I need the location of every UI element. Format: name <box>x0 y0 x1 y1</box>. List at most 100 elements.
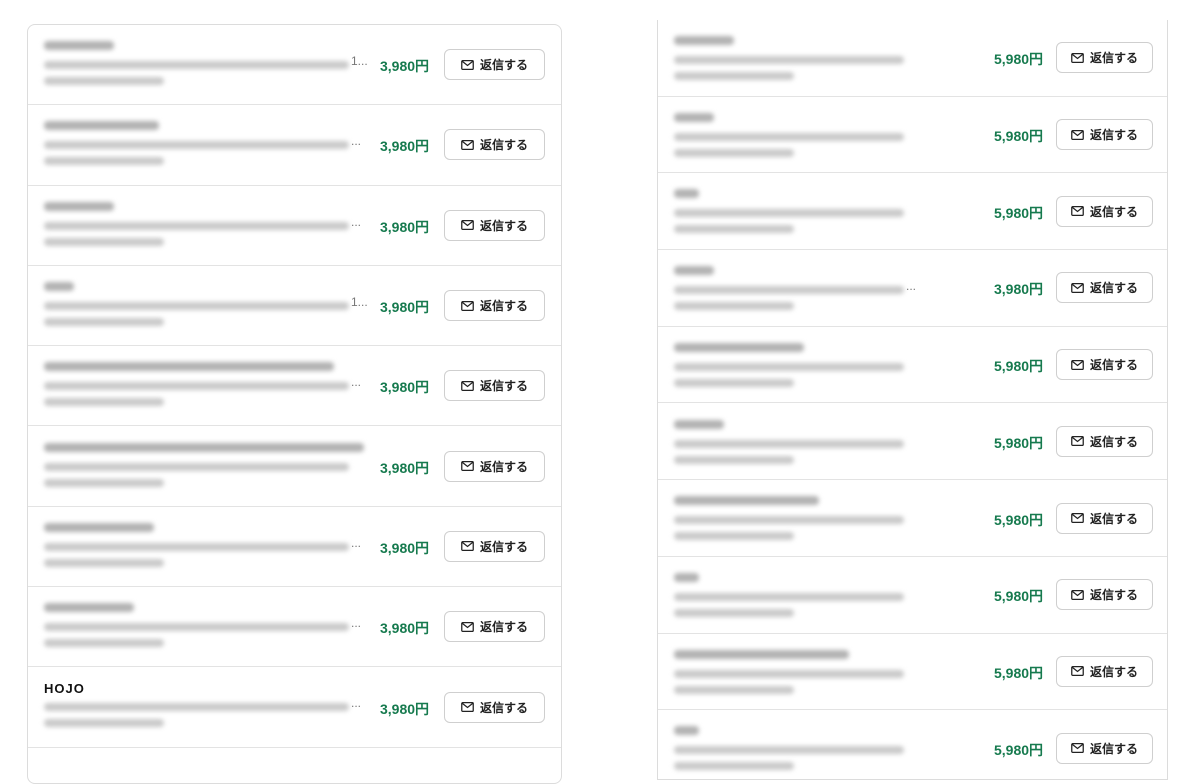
redacted-text <box>44 121 159 131</box>
mail-icon <box>461 461 474 472</box>
reply-button[interactable]: 返信する <box>444 209 545 241</box>
price-label: 5,980円 <box>994 511 1044 528</box>
reply-button-label: 返信する <box>1089 741 1138 756</box>
redacted-text <box>674 455 794 464</box>
reply-button-label: 返信する <box>479 218 528 233</box>
mail-icon <box>461 541 474 552</box>
reply-button-label: 返信する <box>1089 434 1138 449</box>
redacted-text <box>674 439 904 448</box>
reply-button[interactable]: 返信する <box>1056 272 1153 304</box>
reply-button[interactable]: 返信する <box>444 450 545 482</box>
preview-ellipsis: ... <box>351 375 362 390</box>
redacted-text <box>44 61 349 69</box>
list-item: ... 3,980円 返信する <box>658 250 1167 327</box>
mail-icon <box>1071 52 1084 63</box>
reply-button[interactable]: 返信する <box>1056 732 1153 764</box>
mail-icon <box>461 59 474 70</box>
redacted-text <box>674 419 724 429</box>
list-item: 3,980円 返信する <box>28 427 561 507</box>
price-label: 5,980円 <box>994 434 1044 451</box>
reply-button-label: 返信する <box>1089 588 1138 603</box>
reply-button-label: 返信する <box>1089 128 1138 143</box>
reply-button-label: 返信する <box>1089 358 1138 373</box>
reply-button[interactable]: 返信する <box>444 290 545 322</box>
redacted-text <box>674 266 714 276</box>
reply-button[interactable]: 返信する <box>1056 195 1153 227</box>
price-label: 5,980円 <box>994 664 1044 681</box>
reply-button-label: 返信する <box>479 58 528 73</box>
reply-button[interactable]: 返信する <box>1056 119 1153 151</box>
redacted-text <box>44 382 349 391</box>
price-label: 3,980円 <box>380 620 430 637</box>
price-label: 3,980円 <box>380 700 430 717</box>
list-item: 5,980円 返信する <box>658 634 1167 711</box>
reply-button[interactable]: 返信する <box>1056 425 1153 457</box>
left-message-list: 1... 3,980円 返信する... 3,980円 返信する... 3,980円 返信する… <box>27 24 562 784</box>
redacted-text <box>44 77 164 85</box>
mail-icon <box>1071 743 1084 754</box>
reply-button-label: 返信する <box>479 700 528 715</box>
list-item: 5,980円 返信する <box>658 173 1167 251</box>
redacted-text <box>44 703 349 712</box>
redacted-text <box>674 209 904 218</box>
reply-button[interactable]: 返信する <box>1056 502 1153 534</box>
redacted-text <box>44 478 164 487</box>
redacted-text <box>674 516 904 525</box>
redacted-text <box>674 572 699 582</box>
reply-button[interactable]: 返信する <box>444 530 545 562</box>
redacted-text <box>44 462 349 471</box>
mail-icon <box>461 702 474 713</box>
reply-button-label: 返信する <box>479 620 528 635</box>
price-label: 3,980円 <box>380 379 430 396</box>
reply-button[interactable]: 返信する <box>1056 42 1153 74</box>
redacted-text <box>44 141 349 150</box>
price-label: 5,980円 <box>994 358 1044 375</box>
price-label: 3,980円 <box>380 58 430 75</box>
reply-button[interactable]: 返信する <box>444 129 545 161</box>
mail-icon <box>1071 129 1084 140</box>
reply-button-label: 返信する <box>479 539 528 554</box>
price-label: 3,980円 <box>994 281 1044 298</box>
preview-ellipsis: ... <box>351 535 362 550</box>
redacted-text <box>674 342 804 352</box>
redacted-text <box>674 112 714 122</box>
list-item: 5,980円 返信する <box>658 97 1167 174</box>
reply-button-label: 返信する <box>479 299 528 314</box>
preview-ellipsis: 1... <box>351 54 368 68</box>
redacted-text <box>674 669 904 678</box>
reply-button[interactable]: 返信する <box>1056 349 1153 381</box>
reply-button[interactable]: 返信する <box>444 691 545 723</box>
list-item: ... 3,980円 返信する <box>28 186 561 266</box>
list-item: ... 3,980円 返信する <box>28 507 561 588</box>
redacted-text <box>44 603 134 613</box>
mail-icon <box>1071 436 1084 447</box>
redacted-text <box>44 639 164 648</box>
redacted-text <box>44 41 114 50</box>
reply-button-label: 返信する <box>1089 51 1138 66</box>
price-label: 5,980円 <box>994 588 1044 605</box>
redacted-text <box>44 558 164 567</box>
redacted-text <box>674 72 794 80</box>
reply-button-label: 返信する <box>479 459 528 474</box>
reply-button[interactable]: 返信する <box>444 611 545 643</box>
reply-button[interactable]: 返信する <box>1056 655 1153 687</box>
reply-button-label: 返信する <box>1089 204 1138 219</box>
redacted-text <box>674 726 699 736</box>
mail-icon <box>461 621 474 632</box>
mail-icon <box>1071 359 1084 370</box>
redacted-text <box>44 301 349 310</box>
price-label: 3,980円 <box>380 539 430 556</box>
redacted-text <box>44 362 334 372</box>
right-message-list: 5,980円 返信する 5,980円 返信する 5,980円 返信する... 3,980円返… <box>657 20 1168 780</box>
price-label: 5,980円 <box>994 51 1044 68</box>
reply-button[interactable]: 返信する <box>444 49 545 81</box>
reply-button[interactable]: 返信する <box>444 370 545 402</box>
list-item: HOJO... 3,980円 返信する <box>28 667 561 748</box>
mail-icon <box>461 380 474 391</box>
reply-button[interactable]: 返信する <box>1056 579 1153 611</box>
redacted-text <box>674 225 794 234</box>
redacted-text <box>44 542 349 551</box>
price-label: 3,980円 <box>380 299 430 316</box>
reply-button-label: 返信する <box>479 379 528 394</box>
mail-icon <box>1071 513 1084 524</box>
